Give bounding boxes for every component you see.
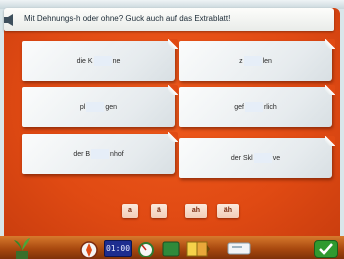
instruction-text: Mit Dehnungs-h oder ohne? Guck auch auf … <box>24 14 231 23</box>
word-prefix: die K <box>76 58 93 65</box>
instruction-banner: Mit Dehnungs-h oder ohne? Guck auch auf … <box>4 8 334 31</box>
word-card-2[interactable]: z len <box>179 39 335 81</box>
word-card-5[interactable]: der B nhof <box>22 132 178 174</box>
word-suffix: nhof <box>110 151 124 158</box>
compass-icon[interactable] <box>77 240 101 259</box>
word-text: z len <box>179 56 332 66</box>
plant-icon[interactable] <box>10 236 34 259</box>
letter-gap[interactable] <box>243 56 262 66</box>
letter-gap[interactable] <box>244 102 263 112</box>
checkmark-icon <box>319 243 333 255</box>
choice-a-umlaut-h[interactable]: äh <box>217 204 239 218</box>
letter-gap[interactable] <box>93 56 112 66</box>
choice-a[interactable]: a <box>122 204 138 218</box>
word-prefix: der B <box>73 151 91 158</box>
letter-gap[interactable] <box>253 153 272 163</box>
folder-icon[interactable] <box>161 239 181 257</box>
word-suffix: ne <box>112 58 121 65</box>
word-card-6[interactable]: der Skl ve <box>179 136 335 178</box>
card-curl <box>325 136 335 146</box>
card-curl <box>325 39 335 49</box>
word-prefix: z <box>239 58 243 65</box>
letter-gap[interactable] <box>91 149 110 159</box>
extra-sheet-icon[interactable] <box>226 240 252 256</box>
word-prefix: pl <box>79 104 86 111</box>
card-curl <box>325 85 335 95</box>
word-suffix: len <box>262 58 272 65</box>
word-text: die K ne <box>22 56 175 66</box>
letter-gap[interactable] <box>86 102 105 112</box>
confirm-check-button[interactable] <box>314 240 338 258</box>
word-text: der B nhof <box>22 149 175 159</box>
word-card-1[interactable]: die K ne <box>22 39 178 81</box>
word-prefix: der Skl <box>230 155 253 162</box>
gauge-icon[interactable] <box>135 239 157 257</box>
choice-ah[interactable]: ah <box>185 204 207 218</box>
word-suffix: gen <box>105 104 118 111</box>
word-prefix: gef <box>234 104 244 111</box>
word-suffix: ve <box>272 155 281 162</box>
clock-display: 01:00 <box>104 240 132 257</box>
card-curl <box>168 39 178 49</box>
word-text: der Skl ve <box>179 153 332 163</box>
choice-a-umlaut[interactable]: ä <box>151 204 167 218</box>
book-icon[interactable] <box>185 239 211 257</box>
word-card-4[interactable]: gef rlich <box>179 85 335 127</box>
word-suffix: rlich <box>263 104 277 111</box>
word-text: gef rlich <box>179 102 332 112</box>
card-curl <box>168 132 178 142</box>
clock-text: 01:00 <box>105 244 131 253</box>
card-curl <box>168 85 178 95</box>
word-text: pl gen <box>22 102 175 112</box>
word-card-3[interactable]: pl gen <box>22 85 178 127</box>
speaker-icon[interactable] <box>4 14 18 26</box>
